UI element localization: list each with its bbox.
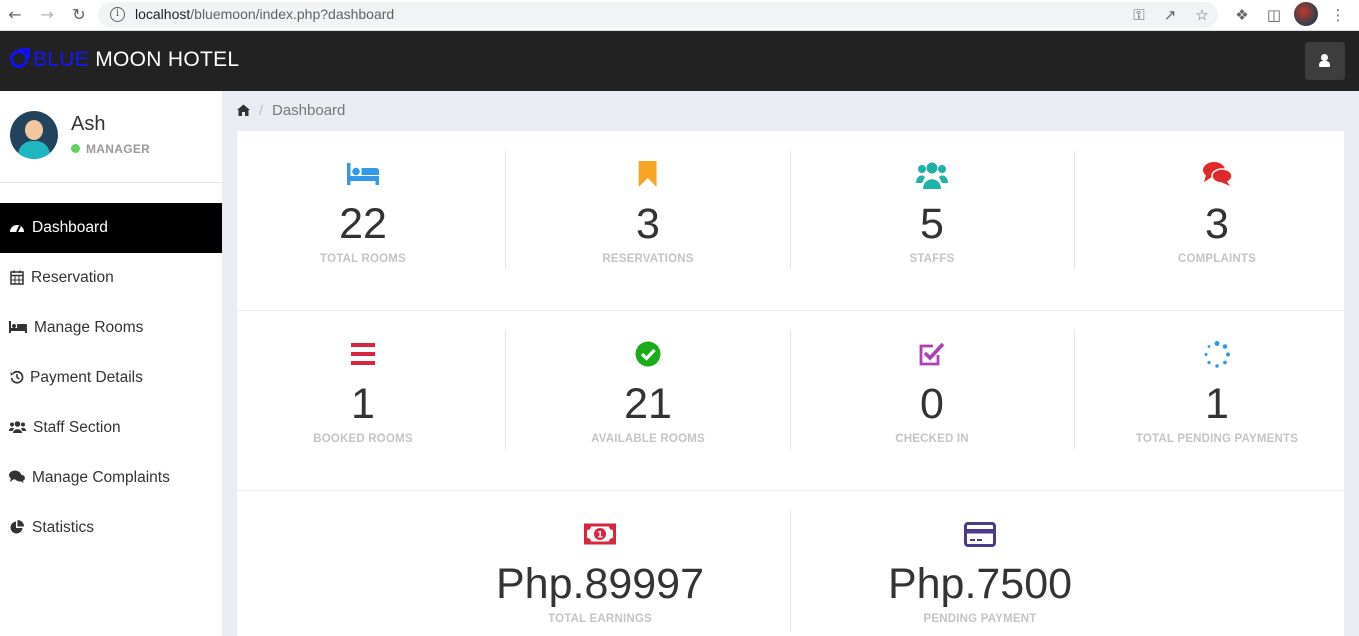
stat-label: RESERVATIONS — [602, 253, 694, 265]
stat-value: 1 — [351, 380, 375, 428]
pie-chart-icon — [9, 520, 25, 536]
stat-label: AVAILABLE ROOMS — [591, 433, 705, 445]
sidebar-item-manage-complaints[interactable]: Manage Complaints — [0, 453, 222, 503]
stat-value: 0 — [920, 380, 944, 428]
history-icon — [9, 370, 25, 386]
users-icon — [9, 420, 26, 436]
avatar — [10, 111, 58, 159]
stat-value: 21 — [624, 380, 672, 428]
sidebar-item-label: Reservation — [31, 269, 114, 286]
reload-icon[interactable]: ↻ — [68, 4, 90, 26]
sidebar-item-manage-rooms[interactable]: Manage Rooms — [0, 303, 222, 353]
site-info-icon[interactable]: i — [110, 7, 125, 22]
stat-value: 3 — [636, 200, 660, 248]
credit-card-icon — [964, 521, 996, 549]
check-circle-icon — [632, 341, 664, 369]
stat-label: CHECKED IN — [895, 433, 969, 445]
stat-value: 1 — [1205, 380, 1229, 428]
comments-icon — [9, 470, 25, 486]
back-arrow-icon[interactable]: ← — [4, 4, 26, 26]
moon-logo-icon — [10, 48, 30, 68]
users-icon — [916, 161, 948, 189]
bars-icon — [347, 341, 379, 369]
breadcrumb: / Dashboard — [222, 91, 1359, 131]
brand-logo[interactable]: BLUE MOON HOTEL — [10, 48, 239, 72]
key-icon[interactable]: ⚿ — [1128, 4, 1150, 26]
stat-label: COMPLAINTS — [1177, 253, 1257, 265]
address-url: localhost/bluemoon/index.php?dashboard — [135, 6, 394, 22]
sidebar-item-dashboard[interactable]: Dashboard — [0, 203, 222, 253]
stat-value: Php.89997 — [495, 560, 705, 608]
sidebar-item-reservation[interactable]: Reservation — [0, 253, 222, 303]
stat-value: Php.7500 — [887, 560, 1073, 608]
row-divider — [237, 310, 1344, 311]
sidebar-item-label: Dashboard — [32, 219, 108, 236]
comments-icon — [1201, 161, 1233, 189]
sidebar-item-label: Statistics — [32, 519, 95, 536]
stat-label: TOTAL PENDING PAYMENTS — [1135, 433, 1299, 445]
browser-toolbar: ← → ↻ i localhost/bluemoon/index.php?das… — [0, 0, 1359, 31]
profile-name: Ash — [71, 113, 106, 135]
sidebar-item-label: Manage Rooms — [34, 319, 144, 336]
brand-blue-text: BLUE — [33, 48, 90, 71]
sidebar-item-statistics[interactable]: Statistics — [0, 503, 222, 553]
online-status-dot — [71, 144, 80, 153]
sidebar-item-label: Manage Complaints — [32, 469, 170, 486]
stat-label: TOTAL ROOMS — [320, 253, 406, 265]
breadcrumb-current: Dashboard — [272, 102, 346, 119]
share-icon[interactable]: ↗ — [1159, 4, 1181, 26]
svg-text:1: 1 — [597, 531, 603, 541]
check-square-icon — [916, 341, 948, 369]
profile-role: MANAGER — [71, 142, 150, 156]
star-icon[interactable]: ☆ — [1191, 4, 1213, 26]
user-profile: Ash MANAGER — [0, 91, 222, 183]
sidebar-item-staff-section[interactable]: Staff Section — [0, 403, 222, 453]
money-icon: 1 — [584, 521, 616, 549]
sidebar-item-label: Staff Section — [33, 419, 121, 436]
extensions-icon[interactable]: ❖ — [1231, 4, 1253, 26]
bookmark-icon — [632, 161, 664, 189]
spinner-icon — [1201, 341, 1233, 369]
user-icon — [1321, 54, 1328, 61]
url-path: /bluemoon/index.php?dashboard — [190, 6, 395, 22]
divider — [790, 510, 791, 632]
bed-icon — [9, 320, 27, 336]
sidepanel-icon[interactable]: ◫ — [1263, 4, 1285, 26]
forward-arrow-icon[interactable]: → — [36, 4, 58, 26]
stat-label: STAFFS — [909, 253, 955, 265]
dashboard-icon — [9, 220, 25, 236]
bed-icon — [347, 161, 379, 189]
stat-label: TOTAL EARNINGS — [548, 613, 652, 625]
stat-value: 5 — [920, 200, 944, 248]
app-header: BLUE MOON HOTEL — [0, 31, 1359, 91]
user-menu-button[interactable] — [1305, 42, 1345, 80]
sidebar: Ash MANAGER Dashboard Reservation Manage… — [0, 91, 222, 636]
profile-avatar-icon[interactable] — [1294, 2, 1318, 26]
home-icon[interactable] — [237, 104, 250, 117]
brand-white-text: MOON HOTEL — [95, 48, 240, 71]
url-host: localhost — [135, 6, 191, 22]
sidebar-item-payment-details[interactable]: Payment Details — [0, 353, 222, 403]
breadcrumb-separator: / — [259, 102, 263, 118]
sidebar-nav: Dashboard Reservation Manage Rooms Payme… — [0, 203, 222, 553]
stat-value: 3 — [1205, 200, 1229, 248]
role-label: MANAGER — [86, 142, 151, 156]
calendar-icon — [9, 270, 25, 286]
menu-kebab-icon[interactable]: ⋮ — [1327, 4, 1349, 26]
address-bar[interactable]: i localhost/bluemoon/index.php?dashboard — [98, 2, 1218, 28]
dashboard-panel: 22 TOTAL ROOMS 3 RESERVATIONS 5 STAFFS 3… — [237, 131, 1344, 636]
row-divider — [237, 490, 1344, 491]
stat-label: BOOKED ROOMS — [313, 433, 413, 445]
stat-label: PENDING PAYMENT — [923, 613, 1037, 625]
sidebar-item-label: Payment Details — [30, 369, 143, 386]
stat-value: 22 — [339, 200, 387, 248]
